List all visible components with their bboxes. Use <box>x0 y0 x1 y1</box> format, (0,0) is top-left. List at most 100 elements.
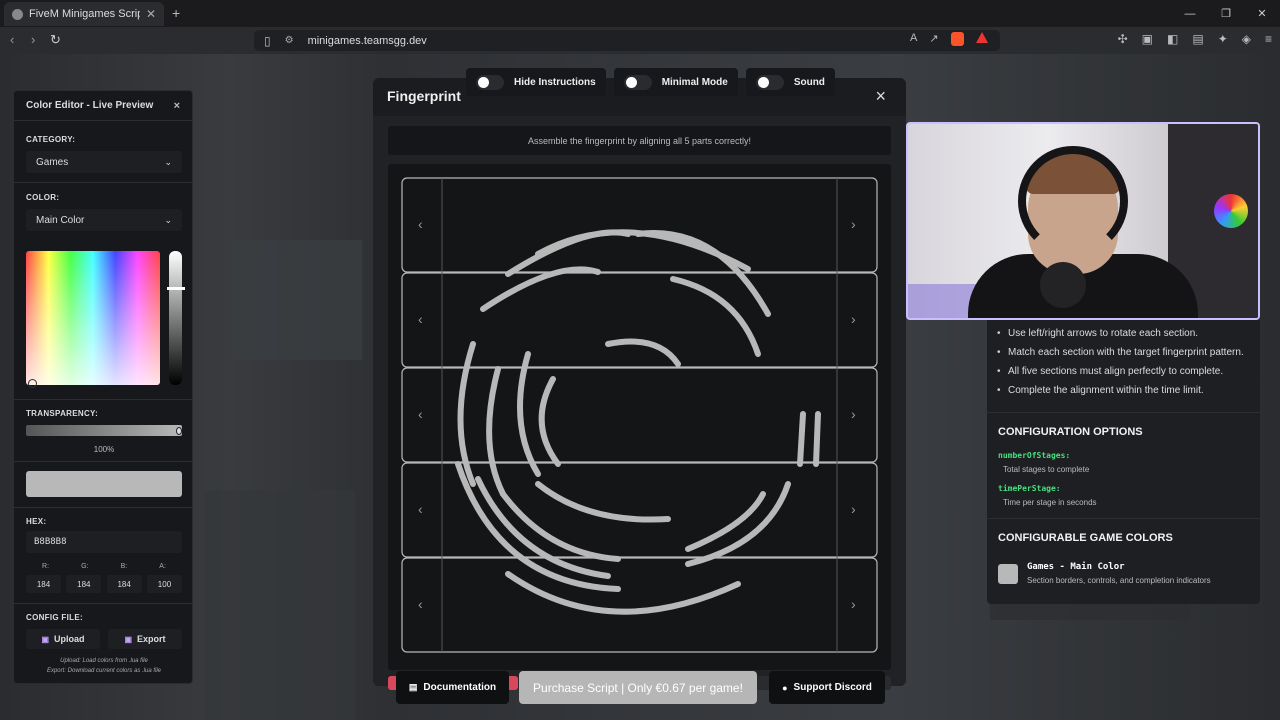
alpha-label: A: <box>159 563 166 570</box>
color-select[interactable]: Main Color ⌄ <box>26 209 182 231</box>
settings-toggles: Hide Instructions Minimal Mode Sound <box>466 68 835 96</box>
color-editor-panel: Color Editor - Live Preview × CATEGORY: … <box>13 90 193 684</box>
tab-bar: FiveM Minigames Script - Interac ✕ + — ❐… <box>0 0 1280 27</box>
rotate-right-icon[interactable]: › <box>851 216 856 232</box>
hex-input[interactable]: B8B8B8 <box>26 531 182 553</box>
rotate-left-icon[interactable]: ‹ <box>418 216 423 232</box>
rewards-icon[interactable] <box>975 32 988 43</box>
extensions-icon[interactable]: ✣ <box>1118 32 1128 46</box>
list-item: Match each section with the target finge… <box>997 347 1244 366</box>
wallet-icon[interactable]: ▣ <box>1142 32 1153 46</box>
alpha-input[interactable]: 100 <box>146 575 182 593</box>
section-1 <box>401 177 878 273</box>
green-label: G: <box>81 563 89 570</box>
instruction-bar: Assemble the fingerprint by aligning all… <box>388 126 891 155</box>
purchase-button[interactable]: Purchase Script | Only €0.67 per game! <box>519 671 757 704</box>
rotate-left-icon[interactable]: ‹ <box>418 596 423 612</box>
transparency-value: 100% <box>93 445 115 454</box>
category-select[interactable]: Games ⌄ <box>26 151 182 173</box>
option-key: numberOfStages: <box>998 451 1071 460</box>
section-5 <box>401 557 878 653</box>
rotate-right-icon[interactable]: › <box>851 596 856 612</box>
close-icon[interactable]: × <box>875 86 886 107</box>
fingerprint-pattern <box>455 229 821 615</box>
divider <box>14 603 192 604</box>
color-editor-header: Color Editor - Live Preview × <box>14 91 192 121</box>
green-input[interactable]: 184 <box>66 575 102 593</box>
toggle-switch[interactable] <box>623 74 652 90</box>
tab-search-icon[interactable]: ▤ <box>1192 32 1203 46</box>
discord-button[interactable]: ● Support Discord <box>769 671 885 704</box>
prize-wheel <box>1214 194 1248 228</box>
rotate-left-icon[interactable]: ‹ <box>418 311 423 327</box>
transparency-handle[interactable] <box>176 427 182 435</box>
divider <box>14 182 192 183</box>
back-icon[interactable]: ‹ <box>10 32 14 47</box>
game-modal: Fingerprint × Assemble the fingerprint b… <box>373 78 906 686</box>
new-tab-button[interactable]: + <box>172 5 180 21</box>
rotate-right-icon[interactable]: › <box>851 311 856 327</box>
export-icon: ▣ <box>124 634 133 644</box>
bookmark-icon[interactable]: ▯ <box>264 34 271 48</box>
ridge-18 <box>685 491 766 552</box>
chevron-down-icon: ⌄ <box>164 214 172 225</box>
browser-tab[interactable]: FiveM Minigames Script - Interac ✕ <box>4 2 164 26</box>
reload-icon[interactable]: ↻ <box>50 32 61 48</box>
ridge-10 <box>538 376 561 467</box>
game-title: Fingerprint <box>387 88 461 104</box>
close-icon[interactable]: × <box>174 100 180 112</box>
color-picker-area[interactable] <box>26 251 160 388</box>
ridge-6 <box>605 338 681 367</box>
option-desc: Time per stage in seconds <box>1003 498 1097 507</box>
leo-icon[interactable]: ✦ <box>1218 32 1228 46</box>
menu-icon[interactable]: ≡ <box>1265 32 1272 46</box>
divider <box>14 507 192 508</box>
toggle-switch[interactable] <box>476 74 504 90</box>
brave-shield-icon[interactable] <box>950 32 964 46</box>
picker-cursor[interactable] <box>28 379 37 388</box>
forward-icon[interactable]: › <box>31 32 35 47</box>
brightness-handle[interactable] <box>167 287 185 290</box>
divider <box>14 461 192 462</box>
upload-button[interactable]: ▣ Upload <box>26 629 100 649</box>
window-close-icon[interactable]: ✕ <box>1244 0 1280 27</box>
site-info-icon[interactable]: ⚙ <box>285 35 294 46</box>
config-buttons: ▣ Upload ▣ Export <box>26 629 182 649</box>
red-input[interactable]: 184 <box>26 575 61 593</box>
maximize-icon[interactable]: ❐ <box>1208 0 1244 27</box>
color-desc: Section borders, controls, and completio… <box>1027 576 1211 585</box>
hide-instructions-toggle[interactable]: Hide Instructions <box>466 68 606 96</box>
ridge-16 <box>535 481 671 523</box>
share-icon[interactable]: ↗ <box>929 32 938 46</box>
chat-icon: ● <box>782 682 788 693</box>
toggle-switch[interactable] <box>755 74 784 90</box>
headphones <box>1018 146 1128 256</box>
sound-toggle[interactable]: Sound <box>745 68 835 96</box>
divider <box>987 412 1260 413</box>
tab-title: FiveM Minigames Script - Interac <box>29 8 140 20</box>
game-colors-title: CONFIGURABLE GAME COLORS <box>998 532 1173 544</box>
documentation-button[interactable]: ▤ Documentation <box>396 671 509 704</box>
translate-icon[interactable]: A <box>910 32 917 46</box>
tab-close-icon[interactable]: ✕ <box>146 7 156 21</box>
minimize-icon[interactable]: — <box>1172 0 1208 27</box>
background-scenery <box>232 240 362 360</box>
rotate-right-icon[interactable]: › <box>851 406 856 422</box>
brightness-slider[interactable] <box>169 251 182 385</box>
transparency-slider[interactable] <box>26 425 182 436</box>
export-button[interactable]: ▣ Export <box>108 629 182 649</box>
microphone <box>1040 262 1086 308</box>
ridge-14 <box>475 476 611 579</box>
color-value: Main Color <box>36 214 85 226</box>
address-bar[interactable]: ▯ ⚙ minigames.teamsgg.dev <box>254 30 1000 51</box>
rotate-left-icon[interactable]: ‹ <box>418 501 423 517</box>
sidebar-icon[interactable]: ◧ <box>1167 32 1178 46</box>
fingerprint-canvas <box>401 177 878 653</box>
blue-input[interactable]: 184 <box>106 575 142 593</box>
toggle-label: Minimal Mode <box>661 76 728 88</box>
minimal-mode-toggle[interactable]: Minimal Mode <box>613 68 738 96</box>
color-name: Games - Main Color <box>1027 562 1125 572</box>
vpn-icon[interactable]: ◈ <box>1242 32 1251 46</box>
rotate-left-icon[interactable]: ‹ <box>418 406 423 422</box>
rotate-right-icon[interactable]: › <box>851 501 856 517</box>
